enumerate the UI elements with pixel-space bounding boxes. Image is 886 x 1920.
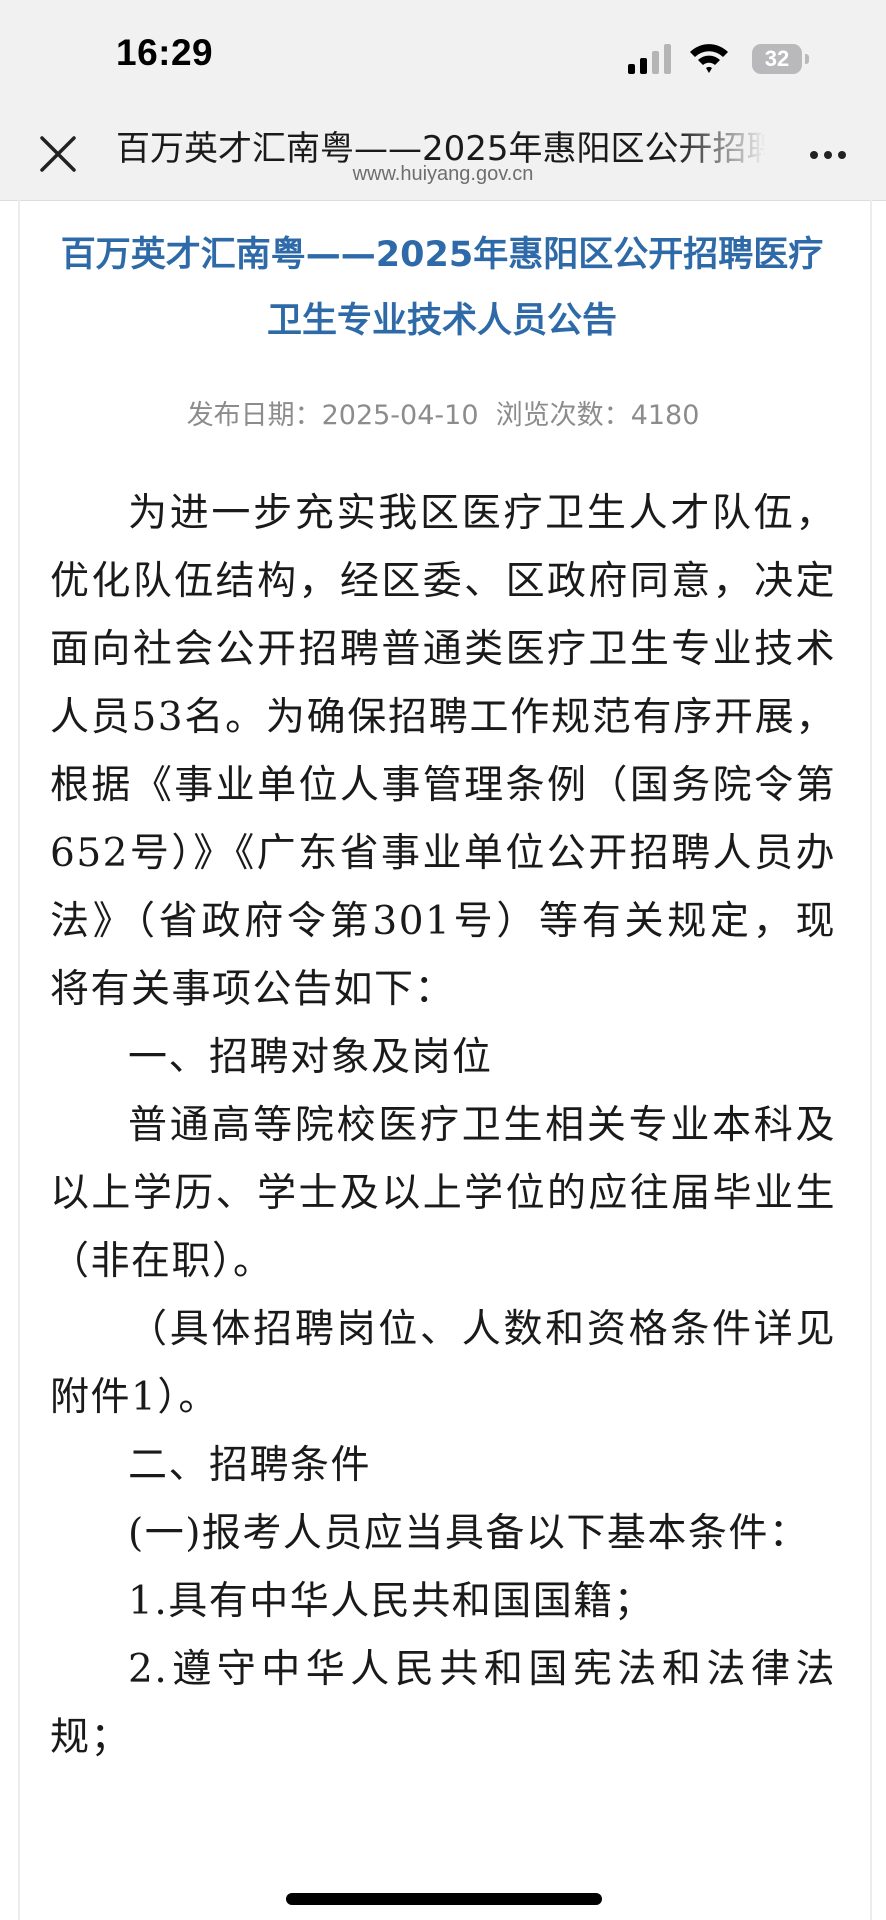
paragraph-attachment-note: （具体招聘岗位、人数和资格条件详见附件1）。 bbox=[50, 1307, 836, 1420]
article-title-line1: 百万英才汇南粤——2025年惠阳区公开招聘医疗 bbox=[60, 235, 824, 275]
paragraph-targets: 普通高等院校医疗卫生相关专业本科及以上学历、学士及以上学位的应往届毕业生（非在职… bbox=[50, 1103, 836, 1284]
article-title: 百万英才汇南粤——2025年惠阳区公开招聘医疗 卫生专业技术人员公告 bbox=[32, 222, 852, 354]
condition-item-2: 2.遵守中华人民共和国宪法和法律法规； bbox=[50, 1647, 836, 1760]
meta-gap bbox=[479, 400, 496, 431]
paragraph-intro: 为进一步充实我区医疗卫生人才队伍，优化队伍结构，经区委、区政府同意，决定面向社会… bbox=[50, 491, 836, 1012]
views-count: 4180 bbox=[630, 400, 700, 431]
article-body: 为进一步充实我区医疗卫生人才队伍，优化队伍结构，经区委、区政府同意，决定面向社会… bbox=[50, 480, 836, 1772]
wifi-icon bbox=[690, 44, 728, 73]
home-indicator[interactable] bbox=[286, 1893, 602, 1905]
publish-label: 发布日期： bbox=[186, 400, 322, 431]
article-title-line2: 卫生专业技术人员公告 bbox=[266, 301, 617, 341]
section-heading-recruitment-targets: 一、招聘对象及岗位 bbox=[128, 1035, 493, 1080]
article-meta: 发布日期：2025-04-10 浏览次数：4180 bbox=[0, 393, 886, 432]
more-icon[interactable] bbox=[808, 148, 848, 162]
publish-date: 2025-04-10 bbox=[321, 400, 479, 431]
paragraph-basic-conditions: (一)报考人员应当具备以下基本条件： bbox=[128, 1511, 810, 1556]
cellular-signal-icon bbox=[628, 44, 671, 74]
status-time: 16:29 bbox=[116, 32, 214, 73]
battery-tip bbox=[805, 54, 809, 64]
battery-icon: 32 bbox=[752, 44, 802, 74]
condition-item-1: 1.具有中华人民共和国国籍； bbox=[128, 1579, 655, 1624]
page-url: www.huiyang.gov.cn bbox=[352, 163, 534, 185]
section-heading-conditions: 二、招聘条件 bbox=[128, 1443, 372, 1488]
views-label: 浏览次数： bbox=[495, 400, 631, 431]
